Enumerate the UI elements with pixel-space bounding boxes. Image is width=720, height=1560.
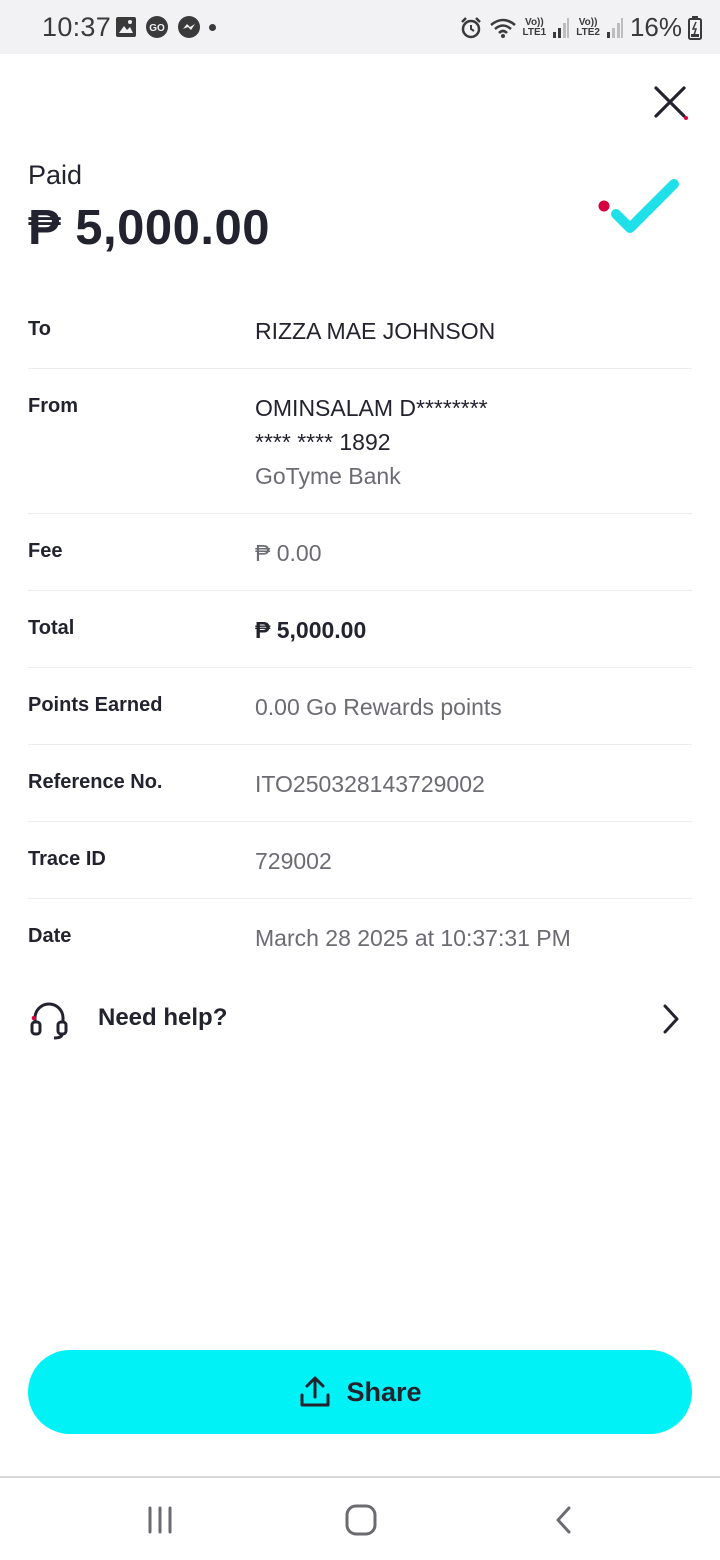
detail-row-reference: Reference No. ITO250328143729002	[28, 745, 692, 822]
gallery-icon	[115, 16, 137, 38]
home-icon	[345, 1504, 377, 1536]
back-icon	[556, 1506, 571, 1534]
detail-row-total: Total ₱ 5,000.00	[28, 591, 692, 668]
detail-row-fee: Fee ₱ 0.00	[28, 514, 692, 591]
lte1-indicator: Vo)) LTE1	[522, 16, 547, 38]
detail-row-date: Date March 28 2025 at 10:37:31 PM	[28, 899, 692, 976]
recipient-name: RIZZA MAE JOHNSON	[255, 318, 496, 344]
detail-label: Date	[28, 925, 72, 947]
messenger-icon	[177, 15, 201, 39]
close-icon	[654, 86, 688, 120]
share-label: Share	[346, 1376, 422, 1407]
fee-value: ₱ 0.00	[255, 540, 322, 566]
volte-label: Vo))	[525, 16, 544, 28]
detail-row-points: Points Earned 0.00 Go Rewards points	[28, 668, 692, 745]
detail-row-to: To RIZZA MAE JOHNSON	[28, 292, 692, 369]
date-value: March 28 2025 at 10:37:31 PM	[255, 925, 571, 951]
sender-name: OMINSALAM D********	[255, 395, 488, 421]
detail-row-from: From OMINSALAM D******** **** **** 1892 …	[28, 369, 692, 514]
headset-icon	[30, 1002, 68, 1040]
signal-icon-2	[606, 17, 624, 39]
paid-amount: ₱ 5,000.00	[28, 201, 271, 255]
success-check-icon	[592, 170, 688, 242]
lte1-label: LTE1	[522, 26, 547, 38]
recent-apps-button[interactable]	[140, 1502, 180, 1538]
home-button[interactable]	[341, 1502, 381, 1538]
go-app-icon: GO	[145, 15, 169, 39]
sender-account: **** **** 1892	[255, 429, 391, 455]
detail-label: Total	[28, 617, 75, 639]
detail-label: From	[28, 395, 78, 417]
reference-value: ITO250328143729002	[255, 771, 485, 797]
recent-apps-icon	[148, 1506, 172, 1534]
status-time: 10:37	[42, 12, 112, 42]
detail-label: To	[28, 318, 51, 340]
wifi-icon	[489, 17, 517, 39]
share-button[interactable]: Share	[28, 1350, 692, 1434]
notification-icons: GO	[115, 15, 216, 39]
transaction-details: To RIZZA MAE JOHNSON From OMINSALAM D***…	[28, 292, 692, 976]
battery-icon	[688, 15, 702, 40]
back-button[interactable]	[544, 1502, 584, 1538]
battery-percent: 16%	[629, 12, 682, 42]
lte2-label: LTE2	[576, 26, 600, 38]
points-value: 0.00 Go Rewards points	[255, 694, 502, 720]
system-nav-bar	[0, 1476, 720, 1560]
alarm-icon	[459, 16, 483, 40]
detail-label: Trace ID	[28, 848, 106, 870]
system-icons: Vo)) LTE1 Vo)) LTE2 16%	[459, 12, 702, 43]
chevron-right-icon	[663, 1004, 679, 1034]
share-upload-icon	[300, 1376, 330, 1407]
detail-label: Fee	[28, 540, 63, 562]
payment-status-label: Paid	[28, 160, 83, 190]
trace-value: 729002	[255, 848, 332, 874]
volte-label-2: Vo))	[578, 16, 598, 28]
close-button[interactable]	[650, 82, 692, 124]
dot-icon	[209, 23, 216, 31]
need-help-label: Need help?	[98, 1004, 228, 1031]
detail-label: Points Earned	[28, 694, 163, 716]
total-value: ₱ 5,000.00	[255, 617, 367, 643]
status-bar: 10:37 GO Vo)) LTE1 Vo)) LTE2 16%	[0, 0, 720, 54]
need-help-row[interactable]: Need help?	[28, 990, 692, 1050]
signal-icon	[552, 17, 570, 39]
lte2-indicator: Vo)) LTE2	[576, 16, 600, 38]
sender-bank: GoTyme Bank	[255, 463, 401, 489]
detail-row-trace: Trace ID 729002	[28, 822, 692, 899]
detail-label: Reference No.	[28, 771, 163, 793]
svg-text:GO: GO	[149, 23, 165, 34]
